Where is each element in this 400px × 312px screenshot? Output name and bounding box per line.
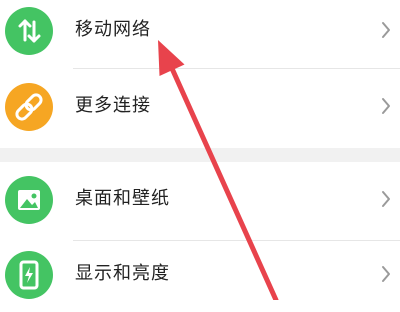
settings-item-display-brightness[interactable]: 显示和亮度 <box>0 237 400 312</box>
section-gap <box>0 148 400 162</box>
settings-item-label: 桌面和壁纸 <box>75 188 170 209</box>
settings-item-label: 更多连接 <box>75 95 151 116</box>
settings-item-label: 移动网络 <box>75 19 151 40</box>
settings-list: 移动网络 更多连接 桌面和壁纸 显示和亮度 <box>0 0 400 300</box>
link-icon <box>5 83 53 131</box>
image-icon <box>5 176 53 224</box>
settings-item-more-connections[interactable]: 更多连接 <box>0 69 400 144</box>
settings-item-label: 显示和亮度 <box>75 263 170 284</box>
chevron-right-icon <box>378 264 394 284</box>
settings-item-desktop-wallpaper[interactable]: 桌面和壁纸 <box>0 162 400 237</box>
phone-brightness-icon <box>5 251 53 299</box>
up-down-arrows-icon <box>5 7 53 55</box>
chevron-right-icon <box>378 20 394 40</box>
settings-item-mobile-network[interactable]: 移动网络 <box>0 0 400 68</box>
chevron-right-icon <box>378 189 394 209</box>
chevron-right-icon <box>378 96 394 116</box>
